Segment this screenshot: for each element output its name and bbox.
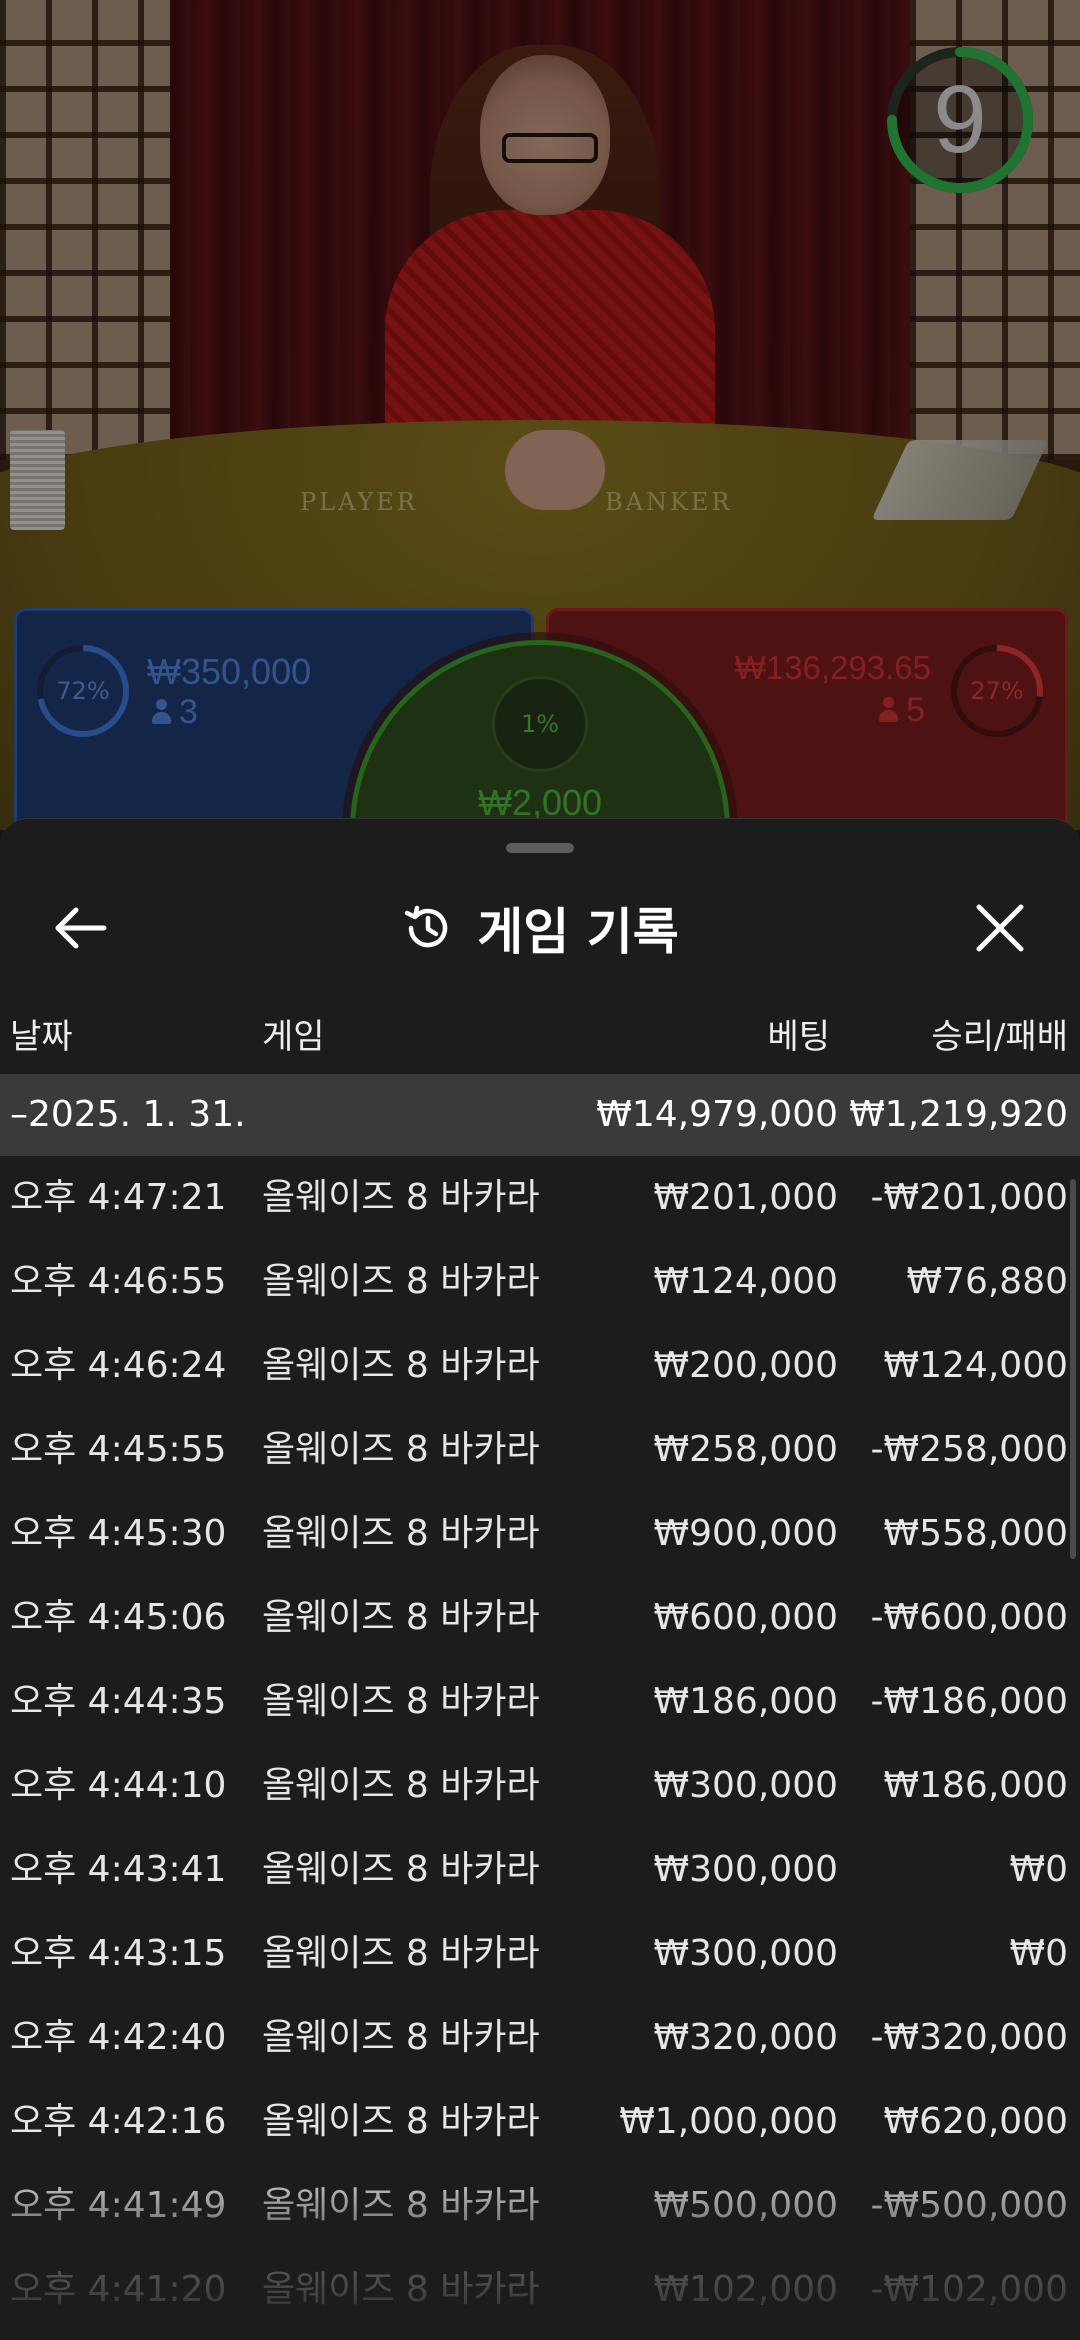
drag-handle[interactable] (506, 843, 574, 853)
row-game: 올웨이즈 8 바카라 (262, 1933, 540, 1974)
row-game: 올웨이즈 8 바카라 (262, 2269, 540, 2310)
row-time: 오후 4:46:55 (10, 1261, 227, 1302)
date-summary-row[interactable]: –2025. 1. 31. ₩14,979,000 ₩1,219,920 (0, 1074, 1080, 1156)
row-result: -₩102,000 (870, 2269, 1068, 2310)
history-list: 오후 4:47:21 올웨이즈 8 바카라 ₩201,000 -₩201,000 오후 … (0, 1156, 1080, 2332)
row-game: 올웨이즈 8 바카라 (262, 2101, 540, 2142)
row-time: 오후 4:41:49 (10, 2185, 227, 2226)
video-dim-overlay (0, 0, 1080, 830)
row-bet: ₩600,000 (653, 1597, 838, 1638)
history-row[interactable]: 오후 4:46:55 올웨이즈 8 바카라 ₩124,000 ₩76,880 (0, 1240, 1080, 1324)
row-time: 오후 4:42:16 (10, 2101, 227, 2142)
history-row[interactable]: 오후 4:43:41 올웨이즈 8 바카라 ₩300,000 ₩0 (0, 1828, 1080, 1912)
row-bet: ₩300,000 (653, 1765, 838, 1806)
row-bet: ₩320,000 (653, 2017, 838, 2058)
row-time: 오후 4:45:06 (10, 1597, 227, 1638)
row-bet: ₩500,000 (653, 2185, 838, 2226)
row-game: 올웨이즈 8 바카라 (262, 1261, 540, 1302)
row-time: 오후 4:42:40 (10, 2017, 227, 2058)
history-row[interactable]: 오후 4:41:20 올웨이즈 8 바카라 ₩102,000 -₩102,000 (0, 2248, 1080, 2332)
row-game: 올웨이즈 8 바카라 (262, 1513, 540, 1554)
row-time: 오후 4:47:21 (10, 1177, 227, 1218)
row-bet: ₩200,000 (653, 1345, 838, 1386)
live-video: PLAYER BANKER 9 72% ₩350,000 3 ₩136,293.… (0, 0, 1080, 830)
history-row[interactable]: 오후 4:42:16 올웨이즈 8 바카라 ₩1,000,000 ₩620,000 (0, 2080, 1080, 2164)
history-icon (405, 905, 448, 948)
row-game: 올웨이즈 8 바카라 (262, 2017, 540, 2058)
history-row[interactable]: 오후 4:47:21 올웨이즈 8 바카라 ₩201,000 -₩201,000 (0, 1156, 1080, 1240)
row-game: 올웨이즈 8 바카라 (262, 1849, 540, 1890)
column-header-bet[interactable]: 베팅 (767, 1009, 830, 1065)
summary-bet: ₩14,979,000 (596, 1094, 838, 1135)
row-time: 오후 4:44:10 (10, 1765, 227, 1806)
history-row[interactable]: 오후 4:42:40 올웨이즈 8 바카라 ₩320,000 -₩320,000 (0, 1996, 1080, 2080)
row-time: 오후 4:44:35 (10, 1681, 227, 1722)
row-result: ₩558,000 (883, 1513, 1068, 1554)
history-row[interactable]: 오후 4:44:10 올웨이즈 8 바카라 ₩300,000 ₩186,000 (0, 1744, 1080, 1828)
row-result: -₩258,000 (870, 1429, 1068, 1470)
row-result: -₩186,000 (870, 1681, 1068, 1722)
row-result: -₩320,000 (870, 2017, 1068, 2058)
row-time: 오후 4:45:30 (10, 1513, 227, 1554)
row-bet: ₩102,000 (653, 2269, 838, 2310)
history-row[interactable]: 오후 4:43:15 올웨이즈 8 바카라 ₩300,000 ₩0 (0, 1912, 1080, 1996)
row-result: -₩201,000 (870, 1177, 1068, 1218)
row-bet: ₩300,000 (653, 1933, 838, 1974)
summary-date: –2025. 1. 31. (10, 1094, 246, 1135)
row-game: 올웨이즈 8 바카라 (262, 1429, 540, 1470)
row-bet: ₩300,000 (653, 1849, 838, 1890)
row-result: -₩600,000 (870, 1597, 1068, 1638)
row-bet: ₩186,000 (653, 1681, 838, 1722)
row-time: 오후 4:43:15 (10, 1933, 227, 1974)
scrollbar[interactable] (1070, 1179, 1076, 1559)
row-time: 오후 4:45:55 (10, 1429, 227, 1470)
row-result: ₩76,880 (906, 1261, 1068, 1302)
column-header-game[interactable]: 게임 (262, 1009, 325, 1065)
row-bet: ₩900,000 (653, 1513, 838, 1554)
row-game: 올웨이즈 8 바카라 (262, 1681, 540, 1722)
history-row[interactable]: 오후 4:45:06 올웨이즈 8 바카라 ₩600,000 -₩600,000 (0, 1576, 1080, 1660)
history-row[interactable]: 오후 4:41:49 올웨이즈 8 바카라 ₩500,000 -₩500,000 (0, 2164, 1080, 2248)
row-game: 올웨이즈 8 바카라 (262, 1765, 540, 1806)
history-row[interactable]: 오후 4:46:24 올웨이즈 8 바카라 ₩200,000 ₩124,000 (0, 1324, 1080, 1408)
sheet-title: 게임 기록 (0, 893, 1080, 963)
column-header-date[interactable]: 날짜 (10, 1009, 73, 1065)
row-bet: ₩1,000,000 (619, 2101, 838, 2142)
close-icon (976, 904, 1024, 952)
row-game: 올웨이즈 8 바카라 (262, 2185, 540, 2226)
history-row[interactable]: 오후 4:45:30 올웨이즈 8 바카라 ₩900,000 ₩558,000 (0, 1492, 1080, 1576)
row-game: 올웨이즈 8 바카라 (262, 1177, 540, 1218)
history-row[interactable]: 오후 4:44:35 올웨이즈 8 바카라 ₩186,000 -₩186,000 (0, 1660, 1080, 1744)
row-bet: ₩258,000 (653, 1429, 838, 1470)
row-result: -₩500,000 (870, 2185, 1068, 2226)
row-result: ₩124,000 (883, 1345, 1068, 1386)
game-history-sheet: 게임 기록 날짜 게임 베팅 승리/패배 –2025. 1. 31. ₩14,9… (0, 818, 1080, 2340)
row-game: 올웨이즈 8 바카라 (262, 1597, 540, 1638)
row-bet: ₩201,000 (653, 1177, 838, 1218)
row-result: ₩0 (1009, 1933, 1069, 1974)
sheet-header: 게임 기록 (0, 871, 1080, 981)
history-row[interactable]: 오후 4:45:55 올웨이즈 8 바카라 ₩258,000 -₩258,000 (0, 1408, 1080, 1492)
row-time: 오후 4:46:24 (10, 1345, 227, 1386)
row-game: 올웨이즈 8 바카라 (262, 1345, 540, 1386)
close-button[interactable] (955, 893, 1045, 963)
row-result: ₩620,000 (883, 2101, 1068, 2142)
summary-result: ₩1,219,920 (849, 1094, 1068, 1135)
row-time: 오후 4:43:41 (10, 1849, 227, 1890)
row-bet: ₩124,000 (653, 1261, 838, 1302)
column-header-result[interactable]: 승리/패배 (931, 1009, 1068, 1065)
row-time: 오후 4:41:20 (10, 2269, 227, 2310)
row-result: ₩0 (1009, 1849, 1069, 1890)
sheet-title-text: 게임 기록 (477, 903, 679, 961)
row-result: ₩186,000 (883, 1765, 1068, 1806)
